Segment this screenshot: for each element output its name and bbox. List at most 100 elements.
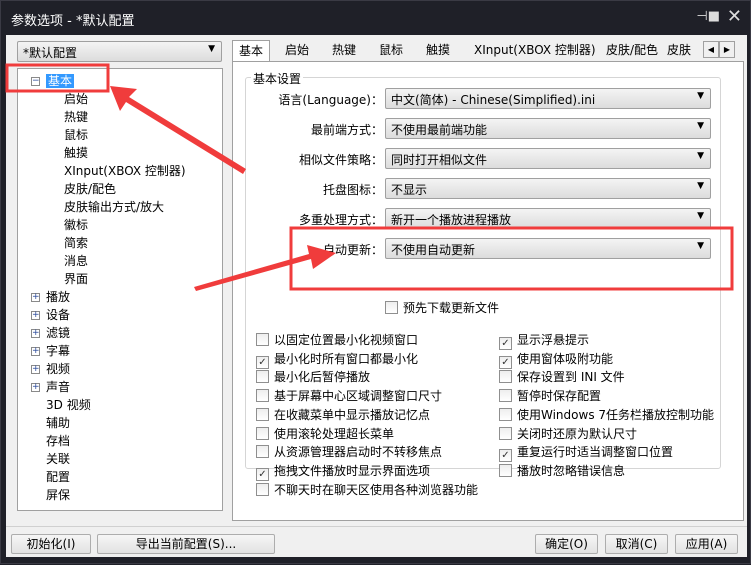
option-checkbox[interactable]: 基于屏幕中心区域调整窗口尺寸 xyxy=(256,387,442,405)
tree-item-leaf[interactable]: 辅助 xyxy=(46,414,70,432)
tab-3[interactable]: 鼠标 xyxy=(373,40,409,61)
setting-select[interactable]: 不使用最前端功能 ▼ xyxy=(385,118,711,139)
tree-item-child[interactable]: 界面 xyxy=(64,270,88,288)
checkbox-icon xyxy=(499,389,512,403)
option-checkbox[interactable]: 关闭时还原为默认尺寸 xyxy=(499,425,637,443)
tree-item-basic[interactable]: 基本 xyxy=(46,72,75,90)
tab-6[interactable]: 皮肤/配色 xyxy=(600,40,664,61)
tree-item-label: 徽标 xyxy=(64,218,89,232)
option-checkbox[interactable]: 从资源管理器启动时不转移焦点 xyxy=(256,443,442,461)
tree-item-leaf[interactable]: 配置 xyxy=(46,468,70,486)
tab-4[interactable]: 触摸 xyxy=(420,40,456,61)
checkmark-icon: ✓ xyxy=(499,337,512,350)
checkbox-label: 使用窗体吸附功能 xyxy=(517,351,614,366)
tree-item-leaf[interactable]: 3D 视频 xyxy=(46,396,91,414)
tab-1[interactable]: 启始 xyxy=(279,40,315,61)
tree-item-group[interactable]: 滤镜 xyxy=(46,324,70,342)
tree-item-child[interactable]: 启始 xyxy=(64,90,88,108)
setting-select[interactable]: 新开一个播放进程播放 ▼ xyxy=(385,208,711,229)
setting-select[interactable]: 同时打开相似文件 ▼ xyxy=(385,148,711,169)
checkmark-icon: ✓ xyxy=(256,355,269,369)
option-checkbox[interactable]: 以固定位置最小化视频窗口 xyxy=(256,331,418,349)
setting-label: 语言(Language)： xyxy=(278,93,383,107)
cancel-button[interactable]: 取消(C) xyxy=(605,534,668,554)
tree-item-group[interactable]: 视频 xyxy=(46,360,70,378)
group-title: 基本设置 xyxy=(251,70,304,87)
setting-select-value: 不显示 xyxy=(391,183,428,197)
tab-scroll-left-button[interactable]: ◀ xyxy=(703,41,719,58)
divider xyxy=(6,526,747,527)
tree-item-leaf[interactable]: 关联 xyxy=(46,450,70,468)
tree-item-child[interactable]: XInput(XBOX 控制器) xyxy=(64,162,186,180)
profile-select[interactable]: *默认配置 ▼ xyxy=(17,41,222,62)
checkbox-label: 不聊天时在聊天区使用各种浏览器功能 xyxy=(274,482,479,497)
option-checkbox[interactable]: 使用滚轮处理超长菜单 xyxy=(256,425,394,443)
expand-icon[interactable]: + xyxy=(31,311,40,320)
tab-7[interactable]: 皮肤 xyxy=(661,40,697,61)
export-config-button[interactable]: 导出当前配置(S)... xyxy=(97,534,275,554)
predownload-checkbox[interactable]: 预先下载更新文件 xyxy=(385,299,499,317)
option-checkbox[interactable]: 不聊天时在聊天区使用各种浏览器功能 xyxy=(256,481,478,499)
initialize-button[interactable]: 初始化(I) xyxy=(11,534,91,554)
checkbox-label: 使用Windows 7任务栏播放控制功能 xyxy=(517,407,715,422)
close-icon[interactable]: ✕ xyxy=(727,6,742,27)
option-checkbox[interactable]: 播放时忽略错误信息 xyxy=(499,462,625,480)
checkbox-label: 重复运行时适当调整窗口位置 xyxy=(517,445,674,460)
option-checkbox[interactable]: 暂停时保存配置 xyxy=(499,387,601,405)
tree-item-child[interactable]: 鼠标 xyxy=(64,126,88,144)
option-checkbox[interactable]: 在收藏菜单中显示播放记忆点 xyxy=(256,406,430,424)
tree-item-label: 滤镜 xyxy=(46,326,71,340)
option-checkbox[interactable]: ✓ 最小化时所有窗口都最小化 xyxy=(256,350,418,369)
collapse-icon[interactable]: − xyxy=(31,77,40,86)
checkbox-icon xyxy=(499,407,512,421)
tree-item-child[interactable]: 皮肤/配色 xyxy=(64,180,116,198)
option-checkbox[interactable]: ✓ 重复运行时适当调整窗口位置 xyxy=(499,443,674,463)
tree-item-label: 皮肤/配色 xyxy=(64,182,117,196)
checkbox-label: 在收藏菜单中显示播放记忆点 xyxy=(274,407,431,422)
expand-icon[interactable]: + xyxy=(31,365,40,374)
expand-icon[interactable]: + xyxy=(31,347,40,356)
option-checkbox[interactable]: ✓ 显示浮悬提示 xyxy=(499,331,589,350)
tree-item-leaf[interactable]: 屏保 xyxy=(46,486,70,504)
tree-item-label: 热键 xyxy=(64,110,89,124)
setting-select[interactable]: 中文(简体) - Chinese(Simplified).ini ▼ xyxy=(385,88,711,109)
tree-item-leaf[interactable]: 存档 xyxy=(46,432,70,450)
expand-icon[interactable]: + xyxy=(31,293,40,302)
tree-item-group[interactable]: 字幕 xyxy=(46,342,70,360)
tree-item-child[interactable]: 触摸 xyxy=(64,144,88,162)
apply-button[interactable]: 应用(A) xyxy=(675,534,738,554)
tab-5[interactable]: XInput(XBOX 控制器) xyxy=(468,40,602,61)
tree-item-child[interactable]: 消息 xyxy=(64,252,88,270)
profile-select-value: *默认配置 xyxy=(23,46,78,60)
tree-item-group[interactable]: 设备 xyxy=(46,306,70,324)
setting-label: 托盘图标： xyxy=(322,183,383,197)
expand-icon[interactable]: + xyxy=(31,383,40,392)
option-checkbox[interactable]: 保存设置到 INI 文件 xyxy=(499,368,625,386)
option-checkbox[interactable]: ✓ 拖拽文件播放时显示界面选项 xyxy=(256,462,430,481)
checkbox-label: 从资源管理器启动时不转移焦点 xyxy=(274,445,443,460)
tree-item-group[interactable]: 声音 xyxy=(46,378,70,396)
tab-2[interactable]: 热键 xyxy=(326,40,362,61)
option-checkbox[interactable]: ✓ 使用窗体吸附功能 xyxy=(499,350,614,369)
tree-item-label: 界面 xyxy=(64,272,89,286)
tree-item-child[interactable]: 简索 xyxy=(64,234,88,252)
category-tree[interactable]: − 基本启始热键鼠标 触摸 XInput(XBOX 控制器) 皮肤/配色皮肤输出方式/… xyxy=(17,68,223,511)
tree-item-label: 3D 视频 xyxy=(46,398,91,412)
checkbox-label: 保存设置到 INI 文件 xyxy=(517,370,625,385)
tab-scroll-right-button[interactable]: ▶ xyxy=(719,41,735,58)
setting-select[interactable]: 不使用自动更新 ▼ xyxy=(385,238,711,259)
tree-item-child[interactable]: 热键 xyxy=(64,108,88,126)
tree-item-group[interactable]: 播放 xyxy=(46,288,70,306)
tab-0[interactable]: 基本 xyxy=(232,40,271,62)
tree-item-child[interactable]: 皮肤输出方式/放大 xyxy=(64,198,164,216)
pin-icon[interactable]: ⊣■ xyxy=(696,9,720,24)
tree-item-label: 基本 xyxy=(46,74,75,88)
tree-item-label: 屏保 xyxy=(46,488,71,502)
tree-item-child[interactable]: 徽标 xyxy=(64,216,88,234)
setting-select-value: 不使用自动更新 xyxy=(391,243,476,257)
setting-select[interactable]: 不显示 ▼ xyxy=(385,178,711,199)
ok-button[interactable]: 确定(O) xyxy=(535,534,598,554)
expand-icon[interactable]: + xyxy=(31,329,40,338)
option-checkbox[interactable]: 最小化后暂停播放 xyxy=(256,368,370,386)
option-checkbox[interactable]: 使用Windows 7任务栏播放控制功能 xyxy=(499,406,714,424)
